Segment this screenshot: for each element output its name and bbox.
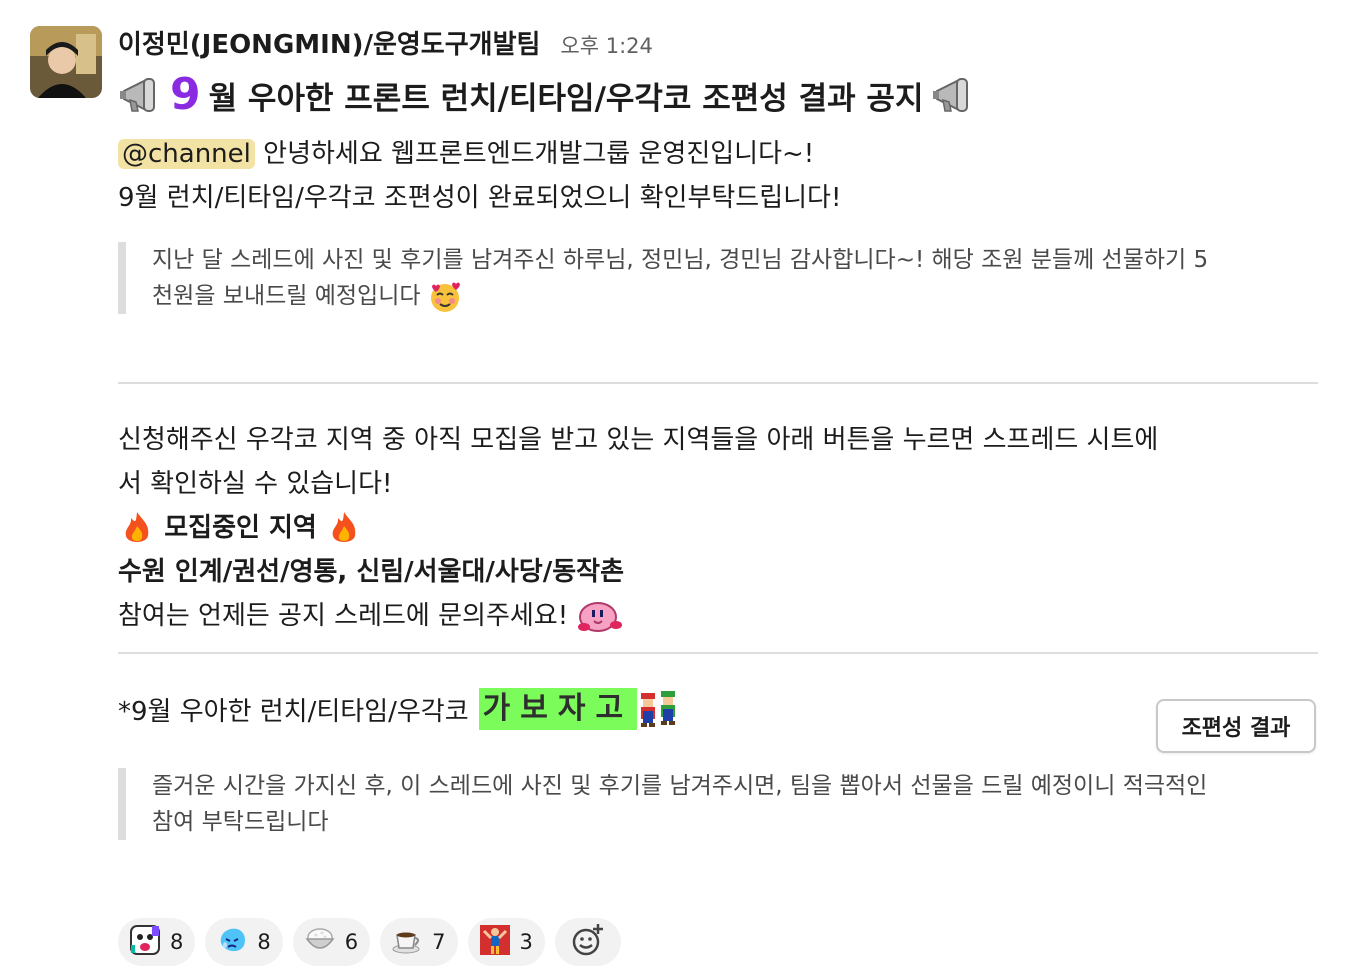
quote-block-1: 지난 달 스레드에 사진 및 후기를 남겨주신 하루님, 정민님, 경민님 감사… — [118, 242, 1328, 314]
add-reaction-button[interactable] — [554, 918, 621, 966]
attachment-text: *9월 우아한 런치/티타임/우각코 — [118, 696, 469, 727]
rice-bowl-emoji-icon — [303, 923, 337, 962]
fire-icon — [118, 511, 164, 543]
crying-blob-emoji-icon — [215, 923, 249, 962]
reaction-count: 8 — [170, 930, 184, 954]
message-title: 9 월 우아한 프론트 런치/티타임/우각코 조편성 결과 공지 — [118, 70, 1328, 120]
message: 이정민(JEONGMIN)/운영도구개발팀 오후 1:24 9 월 우아한 프론… — [118, 24, 1328, 840]
quote-1-line-2: 천원을 보내드릴 예정입니다 — [152, 283, 421, 309]
reaction-rice-bowl[interactable]: 6 — [292, 918, 371, 966]
sender-name[interactable]: 이정민(JEONGMIN)/운영도구개발팀 — [118, 24, 540, 61]
avatar[interactable] — [30, 26, 102, 98]
body-line-1: 신청해주신 우각코 지역 중 아직 모집을 받고 있는 지역들을 아래 버튼을 … — [118, 425, 1159, 455]
channel-mention[interactable]: @channel — [118, 139, 255, 169]
fire-icon — [317, 511, 363, 543]
body-line-2: 서 확인하실 수 있습니다! — [118, 469, 393, 499]
reaction-crying-blob[interactable]: 8 — [205, 918, 283, 966]
attachment-row: *9월 우아한 런치/티타임/우각코 가보자고 — [118, 684, 1328, 734]
number-nine-emoji: 9 — [170, 69, 201, 120]
coffee-emoji-icon — [390, 923, 424, 962]
reactions-bar: 8 8 6 7 3 — [118, 918, 621, 966]
add-emoji-icon — [570, 922, 606, 962]
dancing-person-emoji-icon — [478, 923, 512, 962]
reaction-count: 6 — [344, 930, 359, 954]
title-text: 월 우아한 프론트 런치/티타임/우각코 조편성 결과 공지 — [208, 80, 924, 117]
inquiry-line: 참여는 언제든 공지 스레드에 문의주세요! — [118, 601, 569, 631]
divider — [118, 652, 1318, 654]
quote-1-line-1: 지난 달 스레드에 사진 및 후기를 남겨주신 하루님, 정민님, 경민님 감사… — [152, 247, 1209, 273]
reaction-count: 8 — [257, 930, 271, 954]
group-result-button[interactable]: 조편성 결과 — [1156, 699, 1316, 753]
gabojago-emoji: 가보자고 — [478, 688, 638, 730]
reaction-count: 7 — [432, 930, 446, 954]
message-header: 이정민(JEONGMIN)/운영도구개발팀 오후 1:24 — [118, 24, 1328, 62]
timestamp[interactable]: 오후 1:24 — [560, 30, 652, 60]
reaction-dancing-person[interactable]: 3 — [467, 918, 545, 966]
kirby-icon — [576, 601, 623, 632]
megaphone-icon — [931, 73, 975, 117]
megaphone-icon — [118, 73, 162, 117]
reaction-count: 3 — [519, 930, 533, 954]
quote-2-line-2: 참여 부탁드립니다 — [152, 809, 329, 835]
reaction-party-face[interactable]: 8 — [118, 918, 196, 966]
divider — [118, 382, 1318, 384]
intro-paragraph: @channel 안녕하세요 웹프론트엔드개발그룹 운영진입니다~! 9월 런치… — [118, 132, 1328, 220]
intro-line-2: 9월 런치/티타임/우각코 조편성이 완료되었으니 확인부탁드립니다! — [118, 183, 842, 213]
recruiting-heading: 모집중인 지역 — [164, 513, 317, 543]
reaction-coffee[interactable]: 7 — [380, 918, 458, 966]
party-face-emoji-icon — [128, 923, 162, 962]
regions-list: 수원 인계/권선/영통, 신림/서울대/사당/동작촌 — [118, 557, 625, 587]
body-section: 신청해주신 우각코 지역 중 아직 모집을 받고 있는 지역들을 아래 버튼을 … — [118, 418, 1328, 638]
quote-block-2: 즐거운 시간을 가지신 후, 이 스레드에 사진 및 후기를 남겨주시면, 팀을… — [118, 768, 1328, 840]
smiling-hearts-emoji — [428, 282, 462, 312]
mario-luigi-icon — [637, 689, 681, 729]
intro-line-1: 안녕하세요 웹프론트엔드개발그룹 운영진입니다~! — [263, 139, 815, 169]
quote-2-line-1: 즐거운 시간을 가지신 후, 이 스레드에 사진 및 후기를 남겨주시면, 팀을… — [152, 773, 1208, 799]
